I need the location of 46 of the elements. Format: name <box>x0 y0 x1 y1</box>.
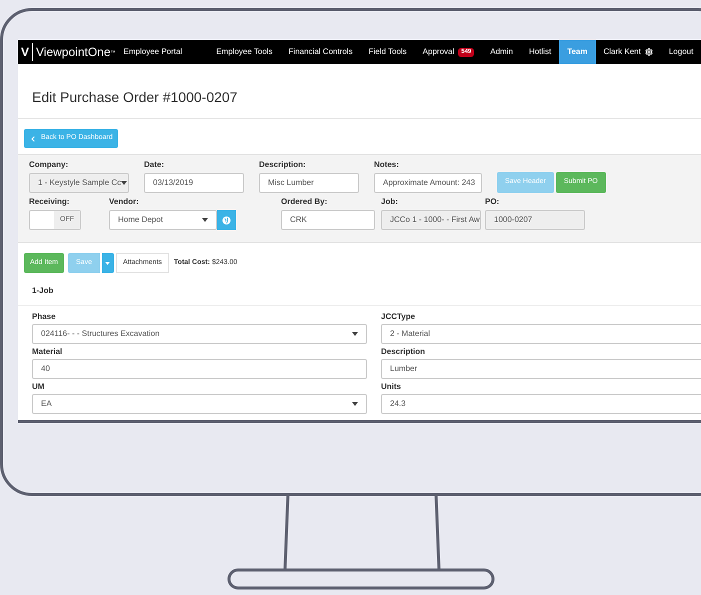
nav-item[interactable]: Field Tools <box>360 40 415 64</box>
chevron-left-icon <box>29 134 37 142</box>
field-label: Ordered By: <box>281 196 328 208</box>
portal-name: Employee Portal <box>124 46 182 58</box>
field-label: Vendor: <box>109 196 140 208</box>
caret-icon <box>352 402 358 406</box>
field-label: JCCType <box>381 310 416 323</box>
logo-icon: V <box>21 43 30 61</box>
field-label: Description: <box>259 159 307 171</box>
select-field[interactable]: 024116- - - Structures Excavation <box>32 324 367 344</box>
nav-item[interactable]: Logout <box>660 40 701 64</box>
field-label: Material <box>32 346 64 358</box>
select-field[interactable]: EA <box>32 394 367 414</box>
field-label: Date: <box>144 159 166 171</box>
input-field[interactable]: Misc Lumber <box>259 173 359 193</box>
field-label: Job: <box>381 196 399 208</box>
field-label: PO: <box>485 196 500 208</box>
nav-item[interactable]: Hotlist <box>520 40 560 64</box>
caret-icon <box>121 181 128 185</box>
input-field[interactable]: 40 <box>32 359 367 379</box>
caret-icon <box>105 262 110 264</box>
field-label: Phase <box>32 310 57 322</box>
item-heading: 1-Job <box>32 286 54 295</box>
input-field[interactable]: CRK <box>281 210 375 230</box>
input-field[interactable]: 24.3 <box>381 394 701 414</box>
nav-item[interactable]: Admin <box>482 40 521 64</box>
gear-icon <box>644 48 653 56</box>
field-label: Description <box>381 346 426 358</box>
page-title: Edit Purchase Order #1000-0207 <box>32 89 238 105</box>
input-field[interactable]: 03/13/2019 <box>144 173 244 193</box>
brand-name: ViewpointOne$^{™}$ <box>32 43 116 61</box>
caret-icon <box>352 332 358 336</box>
dropdown-button[interactable] <box>102 253 114 273</box>
field-label: Notes: <box>374 159 400 171</box>
input-field[interactable]: Approximate Amount: 243 <box>374 173 482 193</box>
nav-item[interactable]: Financial Controls <box>280 40 361 64</box>
input-field[interactable]: Lumber <box>381 359 701 379</box>
select-field[interactable]: Home Depot <box>109 210 217 230</box>
field-label: Receiving: <box>29 196 70 208</box>
caret-icon <box>202 218 208 222</box>
select-field[interactable]: 2 - Material <box>381 324 701 344</box>
nav-item[interactable]: Clark Kent <box>596 40 661 64</box>
field-label: Units <box>381 380 402 392</box>
nav-item[interactable]: Employee Tools <box>208 40 281 64</box>
field-label: UM <box>32 380 46 392</box>
field-label: Company: <box>29 159 70 171</box>
